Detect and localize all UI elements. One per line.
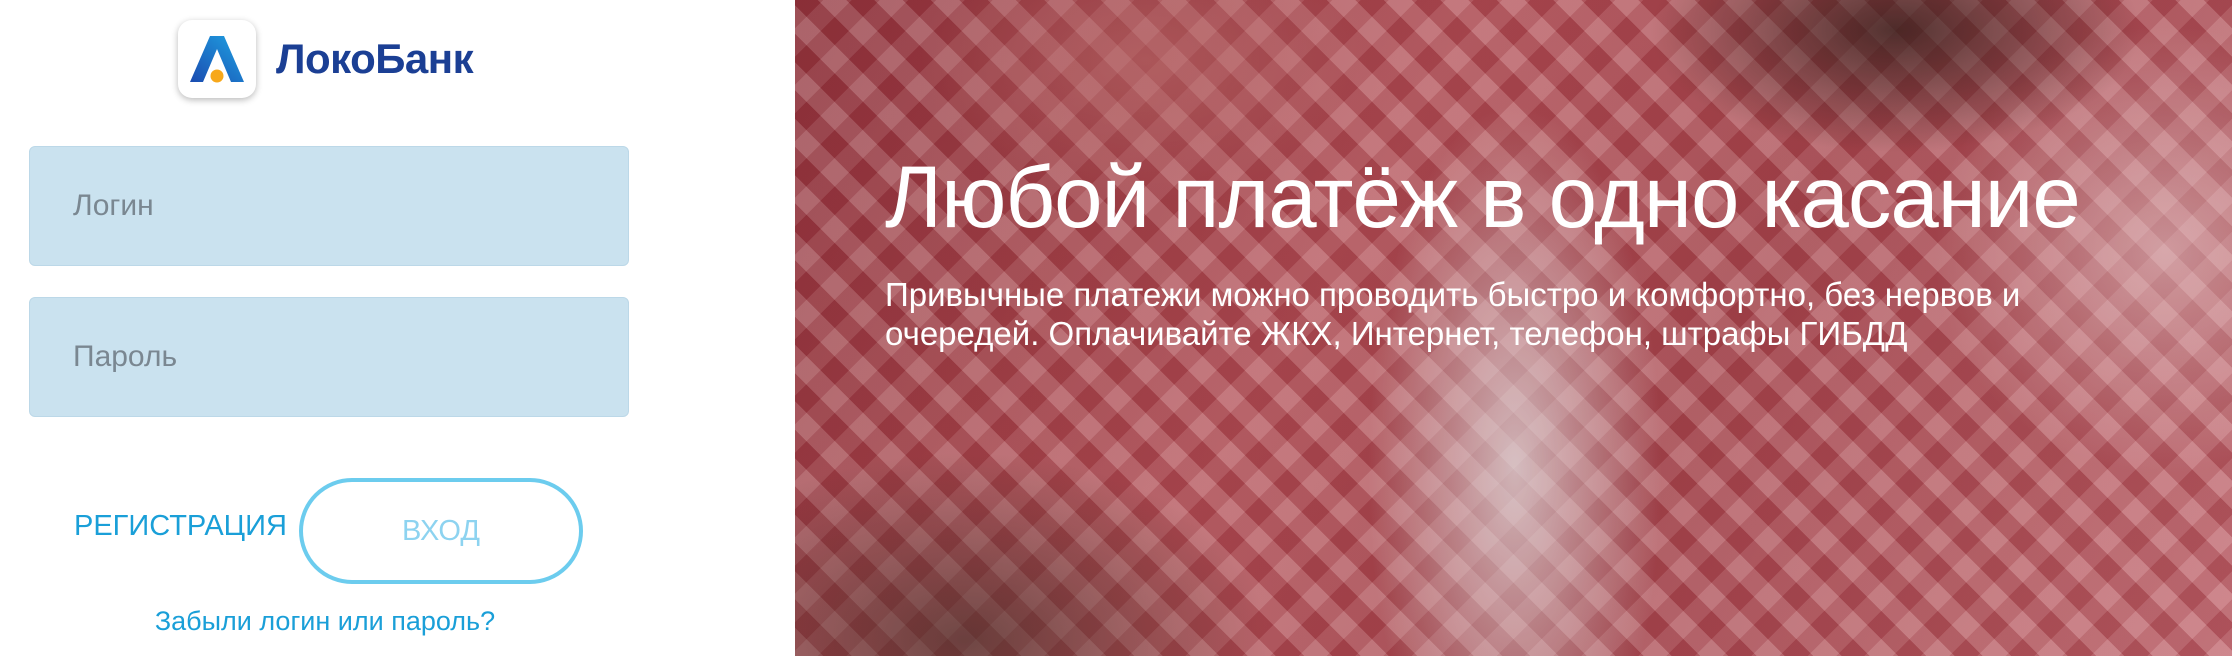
promo-content: Любой платёж в одно касание Привычные пл…	[885, 149, 2081, 354]
lokobank-logo-icon	[178, 20, 256, 98]
password-input[interactable]	[29, 297, 629, 417]
brand-name: ЛокоБанк	[276, 35, 474, 82]
login-panel: ЛокоБанк РЕГИСТРАЦИЯ ВХОД Забыли логин и…	[0, 0, 795, 656]
forgot-password-link[interactable]: Забыли логин или пароль?	[0, 606, 650, 637]
promo-title: Любой платёж в одно касание	[885, 149, 2081, 246]
enter-button[interactable]: ВХОД	[299, 478, 583, 584]
brand-logo[interactable]: ЛокоБанк	[178, 20, 474, 98]
promo-text: Привычные платежи можно проводить быстро…	[885, 275, 2021, 352]
login-input[interactable]	[29, 146, 629, 266]
register-link[interactable]: РЕГИСТРАЦИЯ	[74, 510, 287, 543]
login-page: ЛокоБанк РЕГИСТРАЦИЯ ВХОД Забыли логин и…	[0, 0, 2232, 656]
promo-banner: Любой платёж в одно касание Привычные пл…	[795, 0, 2232, 656]
